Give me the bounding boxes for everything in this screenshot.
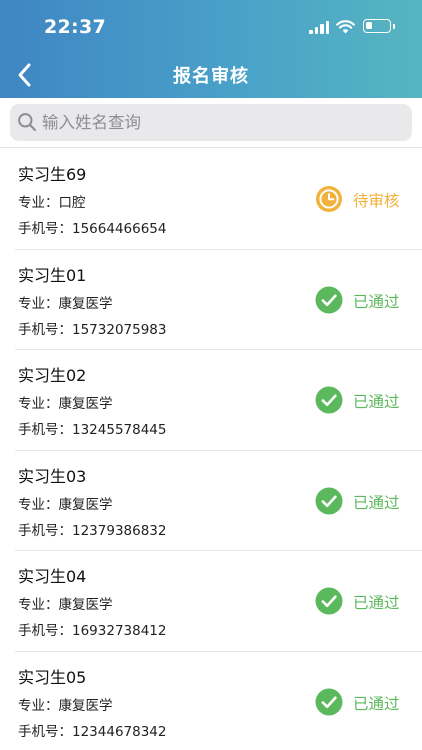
status-text: 已通过 <box>353 694 400 713</box>
list-item[interactable]: 实习生01 专业：康复医学 手机号：15732075983 已通过 <box>0 250 422 350</box>
list-item[interactable]: 实习生05 专业：康复医学 手机号：12344678342 已通过 <box>0 652 422 750</box>
status-text: 已通过 <box>353 393 400 411</box>
major-label: 专业： <box>18 697 59 714</box>
list-item[interactable]: 实习生03 专业：康复医学 手机号：12379386832 已通过 <box>0 451 422 551</box>
major-label: 专业： <box>18 195 59 211</box>
list-item[interactable]: 实习生02 专业：康复医学 手机号：13245578445 已通过 <box>0 350 422 451</box>
phone-label: 手机号： <box>18 422 72 438</box>
major-value: 康复医学 <box>58 396 113 412</box>
applicant-name: 实习生05 <box>18 667 87 687</box>
list-item[interactable]: 实习生69 专业：口腔 手机号：15664466654 待审核 <box>0 149 422 250</box>
page-title: 报名审核 <box>173 66 249 87</box>
major-label: 专业： <box>18 496 59 513</box>
applicant-major: 专业：口腔 <box>18 191 86 211</box>
status-text: 已通过 <box>353 493 400 512</box>
phone-label: 手机号： <box>18 221 72 237</box>
status-text: 待审核 <box>353 192 400 210</box>
phone-label: 手机号： <box>18 723 72 740</box>
app-header: 22:37 报名审核 <box>0 0 422 98</box>
phone-value: 16932738412 <box>72 623 167 639</box>
status-text: 已通过 <box>353 594 400 612</box>
phone-label: 手机号： <box>18 522 72 539</box>
major-value: 康复医学 <box>58 597 113 613</box>
phone-value: 15664466654 <box>72 221 167 237</box>
applicant-phone: 手机号：12344678342 <box>18 720 166 740</box>
applicant-name: 实习生04 <box>18 567 87 586</box>
phone-value: 13245578445 <box>72 422 167 438</box>
phone-value: 12379386832 <box>72 522 167 539</box>
wifi-icon <box>336 20 355 34</box>
search-box[interactable] <box>10 104 412 141</box>
applicant-name: 实习生02 <box>18 366 87 385</box>
applicant-name: 实习生01 <box>18 265 87 285</box>
check-circle-icon <box>315 587 343 615</box>
status-time: 22:37 <box>44 16 106 38</box>
applicant-phone: 手机号：16932738412 <box>18 619 166 639</box>
search-bar <box>0 98 422 148</box>
major-label: 专业： <box>18 597 59 613</box>
clock-icon <box>315 185 343 213</box>
major-value: 康复医学 <box>58 295 113 312</box>
applicant-major: 专业：康复医学 <box>18 493 113 513</box>
major-label: 专业： <box>18 396 59 412</box>
battery-icon <box>363 19 395 33</box>
applicant-major: 专业：康复医学 <box>18 292 113 312</box>
applicant-list: 实习生69 专业：口腔 手机号：15664466654 待审核 实习生01 专业… <box>0 149 422 750</box>
check-circle-icon <box>315 286 343 314</box>
phone-value: 12344678342 <box>72 723 167 740</box>
applicant-name: 实习生03 <box>18 466 87 486</box>
applicant-phone: 手机号：13245578445 <box>18 418 166 438</box>
check-circle-icon <box>315 386 343 414</box>
cellular-signal-icon <box>309 21 330 34</box>
phone-value: 15732075983 <box>72 321 167 338</box>
applicant-phone: 手机号：12379386832 <box>18 519 166 539</box>
check-circle-icon <box>315 688 343 716</box>
phone-label: 手机号： <box>18 623 72 639</box>
major-label: 专业： <box>18 295 59 312</box>
major-value: 康复医学 <box>58 496 113 513</box>
major-value: 康复医学 <box>58 697 113 714</box>
phone-label: 手机号： <box>18 321 72 338</box>
applicant-name: 实习生69 <box>18 165 87 184</box>
check-circle-icon <box>315 487 343 515</box>
list-item[interactable]: 实习生04 专业：康复医学 手机号：16932738412 已通过 <box>0 551 422 652</box>
major-value: 口腔 <box>58 195 86 211</box>
applicant-major: 专业：康复医学 <box>18 593 113 613</box>
status-text: 已通过 <box>353 292 400 311</box>
applicant-major: 专业：康复医学 <box>18 694 113 714</box>
applicant-phone: 手机号：15732075983 <box>18 318 166 338</box>
applicant-phone: 手机号：15664466654 <box>18 217 166 237</box>
applicant-major: 专业：康复医学 <box>18 392 113 412</box>
search-input[interactable] <box>42 104 402 141</box>
status-bar: 22:37 <box>0 0 422 52</box>
search-icon <box>18 113 37 132</box>
